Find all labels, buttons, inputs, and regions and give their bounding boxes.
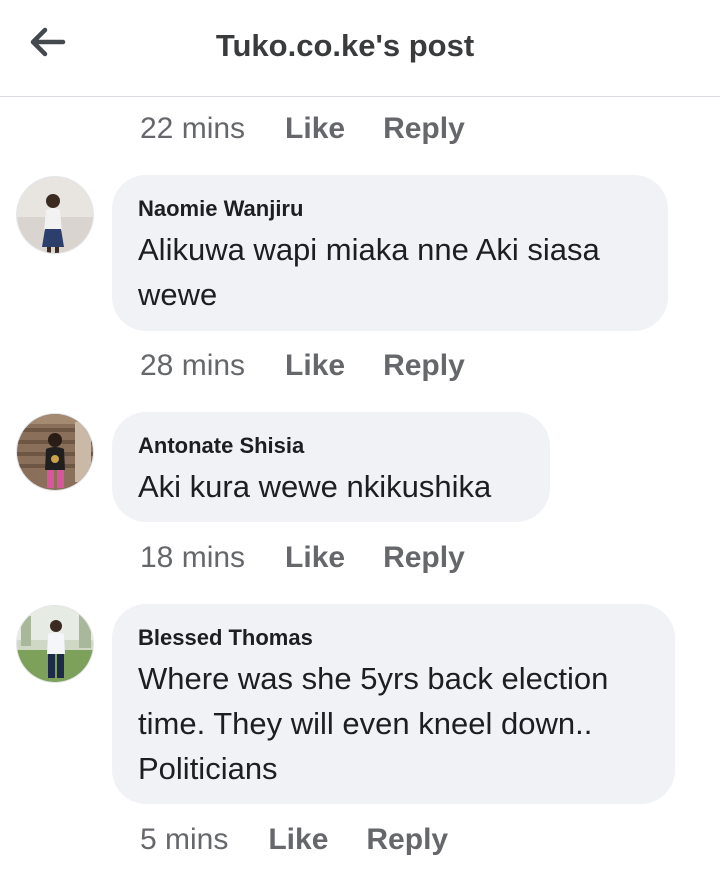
comment-text: Alikuwa wapi miaka nne Aki siasa wewe (138, 232, 600, 312)
comment-author[interactable]: Antonate Shisia (138, 432, 524, 460)
page-title: Tuko.co.ke's post (215, 28, 475, 63)
comment-author[interactable]: Blessed Thomas (138, 624, 649, 652)
comment-timestamp[interactable]: 28 mins (140, 349, 245, 383)
comment-author[interactable]: Naomie Wanjiru (138, 195, 642, 223)
avatar[interactable] (16, 605, 94, 683)
comment-timestamp[interactable]: 5 mins (140, 823, 228, 857)
comment-timestamp[interactable]: 18 mins (140, 541, 245, 575)
like-button[interactable]: Like (285, 541, 345, 575)
avatar[interactable] (16, 413, 94, 491)
like-button[interactable]: Like (268, 823, 328, 857)
profile-photo (17, 606, 93, 682)
reply-button[interactable]: Reply (383, 541, 465, 575)
comment-actions: 5 mins Like Reply (140, 820, 448, 860)
like-button[interactable]: Like (285, 112, 345, 146)
comment-actions: 18 mins Like Reply (140, 538, 465, 578)
comment-text: Where was she 5yrs back election time. T… (138, 661, 609, 786)
comment-actions: 28 mins Like Reply (140, 346, 465, 386)
comment-bubble[interactable]: Antonate Shisia Aki kura wewe nkikushika (112, 412, 550, 522)
reply-button[interactable]: Reply (366, 823, 448, 857)
profile-photo (17, 414, 93, 490)
comment-bubble[interactable]: Naomie Wanjiru Alikuwa wapi miaka nne Ak… (112, 175, 668, 331)
reply-button[interactable]: Reply (383, 349, 465, 383)
comment-timestamp[interactable]: 22 mins (140, 112, 245, 146)
comment-actions: 22 mins Like Reply (140, 109, 465, 149)
comment-text: Aki kura wewe nkikushika (138, 469, 492, 504)
profile-photo (17, 177, 93, 253)
top-bar: Tuko.co.ke's post (0, 0, 720, 97)
like-button[interactable]: Like (285, 349, 345, 383)
avatar[interactable] (16, 176, 94, 254)
comment-bubble[interactable]: Blessed Thomas Where was she 5yrs back e… (112, 604, 675, 804)
reply-button[interactable]: Reply (383, 112, 465, 146)
